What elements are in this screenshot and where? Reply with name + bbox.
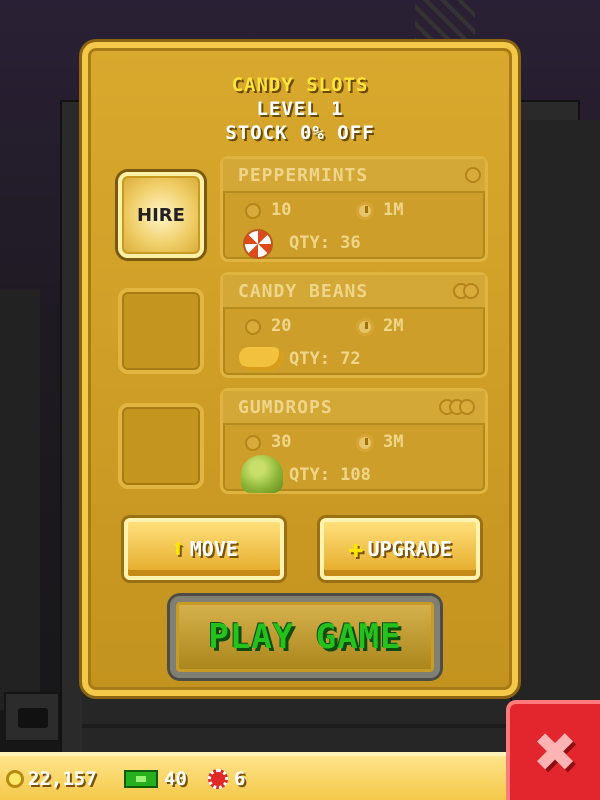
item-time: 1M (383, 200, 404, 220)
peppermint-icon (243, 229, 273, 259)
clock-icon (356, 434, 374, 452)
upgrade-button[interactable]: ✚ UPGRADE (320, 518, 480, 580)
upgrade-label: UPGRADE (367, 537, 452, 561)
background-building-right (510, 120, 600, 720)
gem-icon (208, 769, 228, 789)
coin-icon (245, 203, 261, 219)
item-cost: 20 (271, 316, 292, 336)
item-cost: 30 (271, 432, 292, 452)
gem-count: 6 (234, 768, 246, 790)
stock-item-candy-beans[interactable]: CANDY BEANS 20 2M QTY: 72 (220, 272, 488, 378)
up-arrow-icon: ⬆ (170, 534, 186, 564)
background-building-left (0, 290, 40, 710)
close-icon: ✖ (532, 720, 578, 784)
item-name: GUMDROPS (238, 397, 333, 418)
stock-item-peppermints[interactable]: PEPPERMINTS 10 1M QTY: 36 (220, 156, 488, 262)
stock-discount: STOCK 0% OFF (225, 122, 375, 144)
play-game-button[interactable]: PLAY GAME (170, 596, 440, 678)
coin-icon (245, 435, 261, 451)
gumdrop-icon (241, 455, 283, 493)
coin-tier-icon (459, 399, 475, 415)
item-name: CANDY BEANS (238, 281, 369, 302)
worker-slot-2[interactable] (118, 288, 204, 374)
hire-label: HIRE (137, 204, 185, 226)
briefcase-icon[interactable] (4, 692, 60, 742)
close-button[interactable]: ✖ (506, 700, 600, 800)
clock-icon (356, 318, 374, 336)
move-label: MOVE (189, 537, 238, 561)
item-qty: QTY: 36 (289, 233, 361, 253)
item-header: GUMDROPS (223, 391, 485, 425)
bux-count: 40 (164, 768, 187, 790)
item-qty: QTY: 72 (289, 349, 361, 369)
coin-tier-icon (465, 167, 481, 183)
coin-tier-icon (463, 283, 479, 299)
item-qty: QTY: 108 (289, 465, 371, 485)
coin-icon (6, 770, 24, 788)
floor-title: CANDY SLOTS (231, 74, 369, 96)
move-button[interactable]: ⬆ MOVE (124, 518, 284, 580)
coin-icon (245, 319, 261, 335)
worker-slot-3[interactable] (118, 403, 204, 489)
candy-beans-icon (239, 347, 283, 371)
item-header: PEPPERMINTS (223, 159, 485, 193)
tower-bux-icon (124, 770, 158, 788)
plus-icon: ✚ (348, 534, 364, 564)
floor-panel: CANDY SLOTS LEVEL 1 STOCK 0% OFF HIRE PE… (82, 42, 518, 696)
play-game-label: PLAY GAME (208, 617, 402, 657)
hire-slot[interactable]: HIRE (118, 172, 204, 258)
item-cost: 10 (271, 200, 292, 220)
item-header: CANDY BEANS (223, 275, 485, 309)
item-name: PEPPERMINTS (238, 165, 369, 186)
stock-item-gumdrops[interactable]: GUMDROPS 30 3M QTY: 108 (220, 388, 488, 494)
item-time: 2M (383, 316, 404, 336)
coin-count: 22,157 (28, 768, 97, 790)
floor-level: LEVEL 1 (256, 98, 344, 120)
item-time: 3M (383, 432, 404, 452)
clock-icon (356, 202, 374, 220)
